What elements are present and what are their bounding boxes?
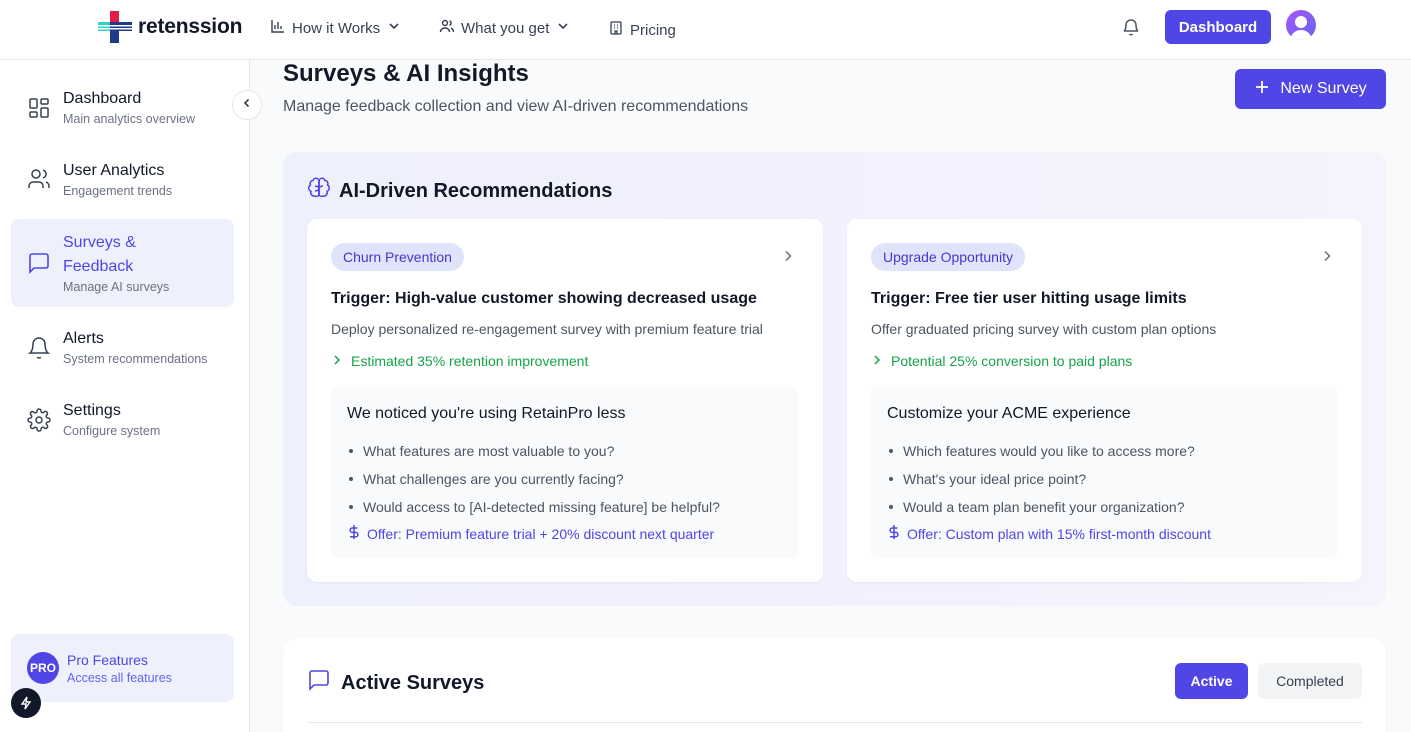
nav-link-label: What you get [461, 19, 550, 37]
users-icon [27, 167, 51, 191]
sidebar-item-title: Dashboard [63, 90, 142, 107]
divider [307, 722, 1362, 723]
survey-preview-title: Customize your ACME experience [887, 405, 1131, 422]
pro-features-card[interactable]: PRO Pro Features Access all features [11, 634, 234, 702]
building-icon [608, 20, 624, 40]
survey-offer-text: Offer: Custom plan with 15% first-month … [907, 525, 1211, 542]
nav-pricing[interactable]: Pricing [608, 20, 676, 40]
lightning-bolt-icon[interactable] [11, 688, 41, 718]
new-survey-label: New Survey [1280, 80, 1367, 97]
sidebar: Dashboard Main analytics overview User A… [0, 60, 250, 732]
survey-question: Would access to [AI-detected missing fea… [347, 493, 720, 521]
notifications-bell-icon[interactable] [1121, 17, 1141, 37]
sidebar-item-subtitle: System recommendations [63, 352, 208, 366]
message-square-icon [27, 251, 51, 275]
survey-question-list: Which features would you like to access … [887, 437, 1195, 521]
page-subtitle: Manage feedback collection and view AI-d… [283, 98, 749, 115]
sidebar-item-subtitle: Main analytics overview [63, 112, 195, 126]
estimate-text: Estimated 35% retention improvement [351, 353, 589, 369]
pro-features-title: Pro Features [67, 652, 148, 668]
survey-question: Which features would you like to access … [887, 437, 1195, 465]
sidebar-item-title: Surveys & Feedback [63, 234, 136, 275]
chevron-down-icon [555, 18, 571, 38]
bar-chart-icon [270, 18, 286, 38]
sidebar-item-settings[interactable]: Settings Configure system [11, 399, 234, 451]
nav-link-label: Pricing [630, 21, 676, 39]
estimate-text: Potential 25% conversion to paid plans [891, 353, 1133, 369]
survey-offer: Offer: Custom plan with 15% first-month … [887, 524, 1211, 543]
brand-logo[interactable]: retenssion [98, 11, 242, 43]
sidebar-item-subtitle: Manage AI surveys [63, 280, 170, 294]
active-surveys-title: Active Surveys [341, 671, 485, 694]
survey-question: What's your ideal price point? [887, 465, 1195, 493]
dollar-icon [887, 524, 901, 543]
top-navigation: retenssion How it Works What you get Pri… [0, 0, 1411, 60]
sidebar-item-dashboard[interactable]: Dashboard Main analytics overview [11, 87, 234, 139]
pro-features-subtitle: Access all features [67, 671, 172, 685]
survey-question-list: What features are most valuable to you? … [347, 437, 720, 521]
sidebar-item-subtitle: Configure system [63, 424, 161, 438]
tab-active[interactable]: Active [1175, 663, 1248, 699]
plus-icon [1254, 79, 1270, 100]
ai-recommendations-header: AI-Driven Recommendations [307, 176, 612, 206]
recommendation-estimate: Potential 25% conversion to paid plans [871, 353, 1132, 369]
recommendation-card-churn[interactable]: Churn Prevention Trigger: High-value cus… [307, 219, 823, 582]
ai-recommendations-title: AI-Driven Recommendations [339, 179, 613, 202]
sidebar-item-user-analytics[interactable]: User Analytics Engagement trends [11, 159, 234, 211]
users-icon [439, 18, 455, 38]
recommendation-trigger: Trigger: High-value customer showing dec… [331, 290, 757, 307]
recommendation-trigger: Trigger: Free tier user hitting usage li… [871, 290, 1187, 307]
user-avatar[interactable] [1286, 10, 1316, 40]
grid-icon [27, 96, 51, 120]
survey-preview: Customize your ACME experience Which fea… [871, 387, 1338, 558]
nav-how-it-works[interactable]: How it Works [270, 18, 402, 38]
sidebar-item-alerts[interactable]: Alerts System recommendations [11, 327, 234, 379]
message-square-icon [307, 668, 331, 698]
recommendation-estimate: Estimated 35% retention improvement [331, 353, 588, 369]
recommendation-description: Deploy personalized re-engagement survey… [331, 321, 763, 337]
recommendation-card-upgrade[interactable]: Upgrade Opportunity Trigger: Free tier u… [847, 219, 1362, 582]
nav-what-you-get[interactable]: What you get [439, 18, 571, 38]
chevron-right-icon [871, 353, 883, 369]
active-surveys-header: Active Surveys [307, 668, 484, 698]
ai-recommendations-panel: AI-Driven Recommendations Churn Preventi… [283, 152, 1386, 606]
survey-preview-title: We noticed you're using RetainPro less [347, 405, 626, 422]
sidebar-item-subtitle: Engagement trends [63, 184, 173, 198]
dollar-icon [347, 524, 361, 543]
chevron-right-icon[interactable] [1320, 249, 1334, 263]
active-surveys-panel: Active Surveys Active Completed [283, 638, 1386, 732]
survey-offer: Offer: Premium feature trial + 20% disco… [347, 524, 714, 543]
brand-name: retenssion [138, 15, 243, 38]
chevron-down-icon [386, 18, 402, 38]
gear-icon [27, 408, 51, 432]
survey-question: What features are most valuable to you? [347, 437, 720, 465]
dashboard-button[interactable]: Dashboard [1165, 10, 1271, 44]
survey-question: Would a team plan benefit your organizat… [887, 493, 1195, 521]
sidebar-item-title: User Analytics [63, 162, 165, 179]
nav-link-label: How it Works [292, 19, 381, 37]
tab-completed[interactable]: Completed [1258, 663, 1362, 699]
bell-icon [27, 336, 51, 360]
survey-question: What challenges are you currently facing… [347, 465, 720, 493]
sidebar-item-surveys-feedback[interactable]: Surveys & Feedback Manage AI surveys [11, 219, 234, 307]
chevron-right-icon [331, 353, 343, 369]
logo-mark-icon [98, 11, 132, 43]
brain-icon [307, 176, 331, 206]
sidebar-item-title: Settings [63, 402, 121, 419]
chevron-left-icon [241, 96, 253, 114]
survey-preview: We noticed you're using RetainPro less W… [331, 387, 799, 558]
new-survey-button[interactable]: New Survey [1235, 69, 1386, 109]
chevron-right-icon[interactable] [781, 249, 795, 263]
pro-badge: PRO [27, 652, 59, 684]
sidebar-item-title: Alerts [63, 330, 104, 347]
sidebar-collapse-button[interactable] [232, 90, 262, 120]
recommendation-tag: Churn Prevention [331, 243, 464, 271]
survey-offer-text: Offer: Premium feature trial + 20% disco… [367, 525, 715, 542]
recommendation-description: Offer graduated pricing survey with cust… [871, 321, 1217, 337]
page-title: Surveys & AI Insights [283, 60, 529, 87]
recommendation-tag: Upgrade Opportunity [871, 243, 1025, 271]
